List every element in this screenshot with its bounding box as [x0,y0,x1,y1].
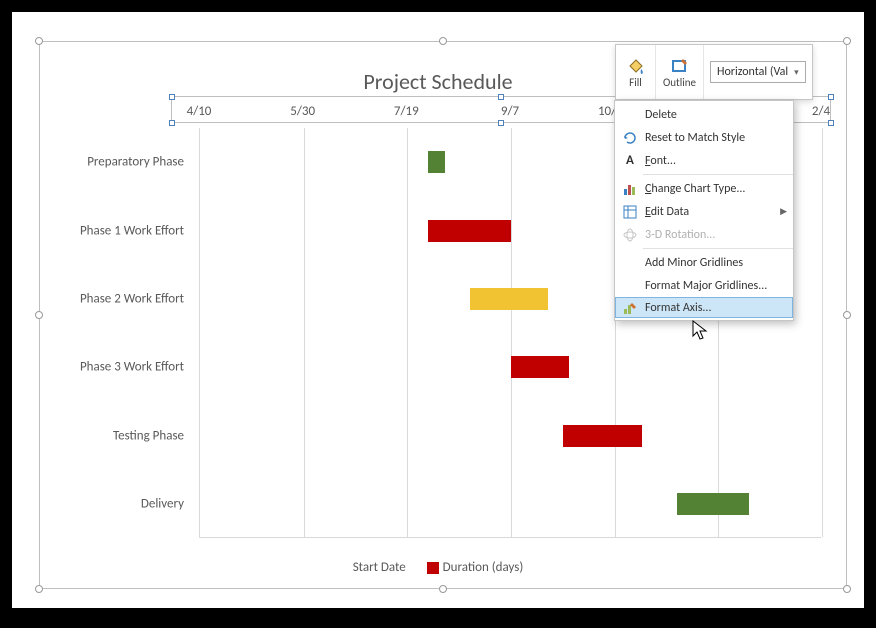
edit-data-icon [619,203,641,221]
format-axis-icon [619,299,641,317]
axis-handle[interactable] [169,120,175,126]
y-category-label: Phase 3 Work Effort [4,360,184,375]
menu-edit-data[interactable]: Edit Data ▶ [615,200,793,223]
y-category-label: Preparatory Phase [4,155,184,170]
gridline [511,128,512,537]
resize-handle[interactable] [35,37,43,45]
x-tick-label: 2/4 [812,104,830,119]
x-tick-label: 5/30 [290,104,315,119]
gridline [304,128,305,537]
gantt-bar[interactable] [428,151,445,173]
menu-reset-style[interactable]: Reset to Match Style [615,126,793,149]
menu-add-minor-gridlines[interactable]: Add Minor Gridlines [615,251,793,274]
outline-icon [670,56,690,76]
blank-icon [619,106,641,124]
menu-change-chart-type[interactable]: Change Chart Type... [615,177,793,200]
gridline [407,128,408,537]
chart-element-combo[interactable]: Horizontal (Val [710,61,806,83]
gantt-bar[interactable] [470,288,549,310]
x-tick-label: 7/19 [394,104,419,119]
gantt-bar[interactable] [511,356,569,378]
menu-delete[interactable]: Delete [615,103,793,126]
x-tick-label: 9/7 [501,104,519,119]
chart-legend[interactable]: Start Date Duration (days) [12,560,864,575]
resize-handle[interactable] [35,585,43,593]
resize-handle[interactable] [843,311,851,319]
y-category-label: Testing Phase [4,428,184,443]
chart-type-icon [619,180,641,198]
legend-swatch-duration [427,562,439,574]
menu-font[interactable]: A Font... [615,149,793,172]
menu-format-axis[interactable]: Format Axis... [615,297,793,318]
reset-icon [619,129,641,147]
menu-format-major-gridlines[interactable]: Format Major Gridlines... [615,274,793,297]
outline-button[interactable]: Outline [656,45,704,99]
blank-icon [619,277,641,295]
gridline [822,128,823,537]
x-tick-label: 4/10 [187,104,212,119]
fill-button[interactable]: Fill [616,45,656,99]
resize-handle[interactable] [843,585,851,593]
gantt-bar[interactable] [428,220,511,242]
submenu-arrow-icon: ▶ [780,206,787,217]
y-category-label: Delivery [4,496,184,511]
context-menu: Delete Reset to Match Style A Font... Ch… [614,100,794,321]
y-category-label: Phase 2 Work Effort [4,291,184,306]
y-category-label: Phase 1 Work Effort [4,223,184,238]
menu-3d-rotation: 3-D Rotation... [615,223,793,246]
resize-handle[interactable] [35,311,43,319]
resize-handle[interactable] [843,37,851,45]
gantt-bar[interactable] [677,493,750,515]
mini-format-toolbar: Fill Outline Horizontal (Val [615,44,813,100]
chart-canvas: Project Schedule 4/105/307/199/710/2712/… [12,12,864,608]
resize-handle[interactable] [439,585,447,593]
menu-separator [643,174,793,175]
legend-start: Start Date [353,560,406,575]
resize-handle[interactable] [439,37,447,45]
fill-icon [626,56,646,76]
rotation-icon [619,226,641,244]
gantt-bar[interactable] [563,425,642,447]
axis-handle[interactable] [498,120,504,126]
axis-handle[interactable] [828,120,834,126]
blank-icon [619,254,641,272]
font-icon: A [619,152,641,170]
menu-separator [643,248,793,249]
legend-duration: Duration (days) [443,560,524,575]
